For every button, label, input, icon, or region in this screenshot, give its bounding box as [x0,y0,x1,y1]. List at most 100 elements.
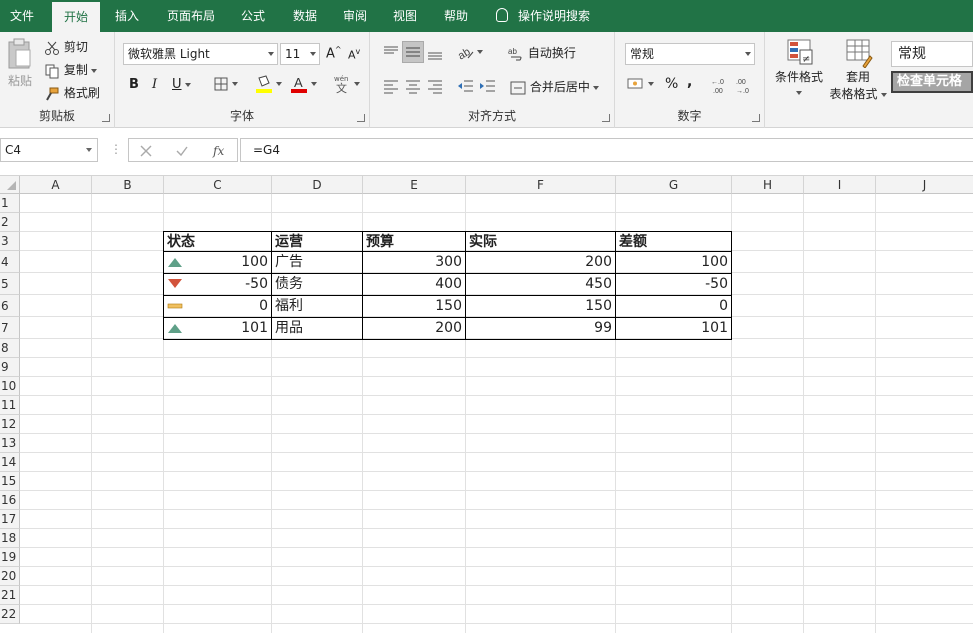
cell-operation[interactable]: 债务 [272,273,362,295]
row-header-18[interactable]: 18 [0,529,20,548]
cell-operation[interactable]: 广告 [272,251,362,273]
shrink-font-button[interactable]: Av [348,47,360,62]
align-bottom-icon[interactable] [426,44,444,62]
percent-button[interactable]: % [665,76,678,92]
column-header-e[interactable]: E [363,176,466,194]
header-budget[interactable]: 预算 [363,232,465,251]
fill-color-button[interactable] [255,74,282,94]
tab-formulas[interactable]: 公式 [231,0,275,32]
tab-review[interactable]: 审阅 [333,0,377,32]
name-box[interactable]: C4 [0,138,98,162]
cell-difference[interactable]: 101 [616,317,731,339]
tab-insert[interactable]: 插入 [105,0,149,32]
increase-decimal-icon[interactable]: ←.0.00 [711,76,731,94]
column-header-f[interactable]: F [466,176,616,194]
row-header-21[interactable]: 21 [0,586,20,605]
row-header-14[interactable]: 14 [0,453,20,472]
cell-operation[interactable]: 福利 [272,295,362,317]
align-right-icon[interactable] [426,78,444,94]
row-header-22[interactable]: 22 [0,605,20,624]
cell-actual[interactable]: 150 [466,295,615,317]
grow-font-button[interactable]: A^ [326,45,342,61]
cell-difference[interactable]: 100 [616,251,731,273]
merge-center-button[interactable]: 合并后居中 [510,78,599,96]
italic-button[interactable]: I [152,77,157,92]
header-difference[interactable]: 差额 [616,232,731,251]
tab-page-layout[interactable]: 页面布局 [157,0,225,32]
row-header-15[interactable]: 15 [0,472,20,491]
alignment-launcher-icon[interactable] [602,114,610,122]
formula-input[interactable]: =G4 [240,138,973,162]
row-header-6[interactable]: 6 [0,295,20,317]
align-top-icon[interactable] [382,44,400,60]
conditional-formatting-button[interactable]: ≠ 条件格式 [773,38,825,99]
cut-button[interactable]: 剪切 [44,38,88,56]
tab-home[interactable]: 开始 [52,2,100,32]
increase-indent-icon[interactable] [478,78,496,94]
font-size-select[interactable]: 11 [280,43,320,65]
column-header-b[interactable]: B [92,176,164,194]
cell-difference[interactable]: 0 [616,295,731,317]
font-name-select[interactable]: 微软雅黑 Light [123,43,278,65]
row-header-8[interactable]: 8 [0,339,20,358]
row-header-10[interactable]: 10 [0,377,20,396]
underline-button[interactable]: U [172,77,191,92]
row-header-20[interactable]: 20 [0,567,20,586]
column-header-a[interactable]: A [20,176,92,194]
bold-button[interactable]: B [129,77,139,92]
style-normal-cell[interactable]: 常规 [891,41,973,67]
tab-file[interactable]: 文件 [0,0,44,32]
row-header-17[interactable]: 17 [0,510,20,529]
column-header-h[interactable]: H [732,176,804,194]
row-header-1[interactable]: 1 [0,194,20,213]
phonetic-button[interactable]: wén 文 [333,74,360,94]
cell-difference[interactable]: -50 [616,273,731,295]
column-header-c[interactable]: C [164,176,272,194]
cell-budget[interactable]: 200 [363,317,465,339]
insert-function-icon[interactable]: fx [211,142,229,160]
copy-button[interactable]: 复制 [44,61,97,79]
row-header-13[interactable]: 13 [0,434,20,453]
header-status[interactable]: 状态 [164,232,271,251]
number-format-select[interactable]: 常规 [625,43,755,65]
cell-budget[interactable]: 400 [363,273,465,295]
font-launcher-icon[interactable] [357,114,365,122]
clipboard-launcher-icon[interactable] [102,114,110,122]
cancel-icon[interactable] [139,144,153,158]
comma-button[interactable]: , [687,74,692,90]
tell-me-search[interactable]: 操作说明搜索 [496,0,590,32]
column-header-g[interactable]: G [616,176,732,194]
row-header-5[interactable]: 5 [0,273,20,295]
cell-operation[interactable]: 用品 [272,317,362,339]
align-center-icon[interactable] [404,78,422,94]
row-header-7[interactable]: 7 [0,317,20,339]
font-color-button[interactable]: A [290,74,317,94]
row-header-16[interactable]: 16 [0,491,20,510]
format-as-table-button[interactable]: 套用 表格格式 [827,38,889,102]
tab-view[interactable]: 视图 [383,0,427,32]
column-header-d[interactable]: D [272,176,363,194]
row-header-9[interactable]: 9 [0,358,20,377]
row-header-12[interactable]: 12 [0,415,20,434]
align-middle-button[interactable] [402,41,424,63]
cell-actual[interactable]: 99 [466,317,615,339]
borders-button[interactable] [213,76,238,92]
select-all-corner[interactable] [0,176,20,194]
tab-help[interactable]: 帮助 [434,0,478,32]
cell-actual[interactable]: 450 [466,273,615,295]
decrease-decimal-icon[interactable]: .00→.0 [736,76,756,94]
row-header-3[interactable]: 3 [0,232,20,251]
paste-button[interactable]: 粘贴 [4,38,36,98]
cell-budget[interactable]: 300 [363,251,465,273]
style-check-cell[interactable]: 检查单元格 [891,71,973,93]
format-painter-button[interactable]: 格式刷 [44,84,100,102]
wrap-text-button[interactable]: ab 自动换行 [508,44,576,62]
column-header-j[interactable]: J [876,176,973,194]
header-operation[interactable]: 运营 [272,232,362,251]
row-header-2[interactable]: 2 [0,213,20,232]
row-header-4[interactable]: 4 [0,251,20,273]
column-header-i[interactable]: I [804,176,876,194]
decrease-indent-icon[interactable] [456,78,474,94]
orientation-button[interactable]: ab [456,44,483,60]
accounting-format-button[interactable] [627,76,654,92]
